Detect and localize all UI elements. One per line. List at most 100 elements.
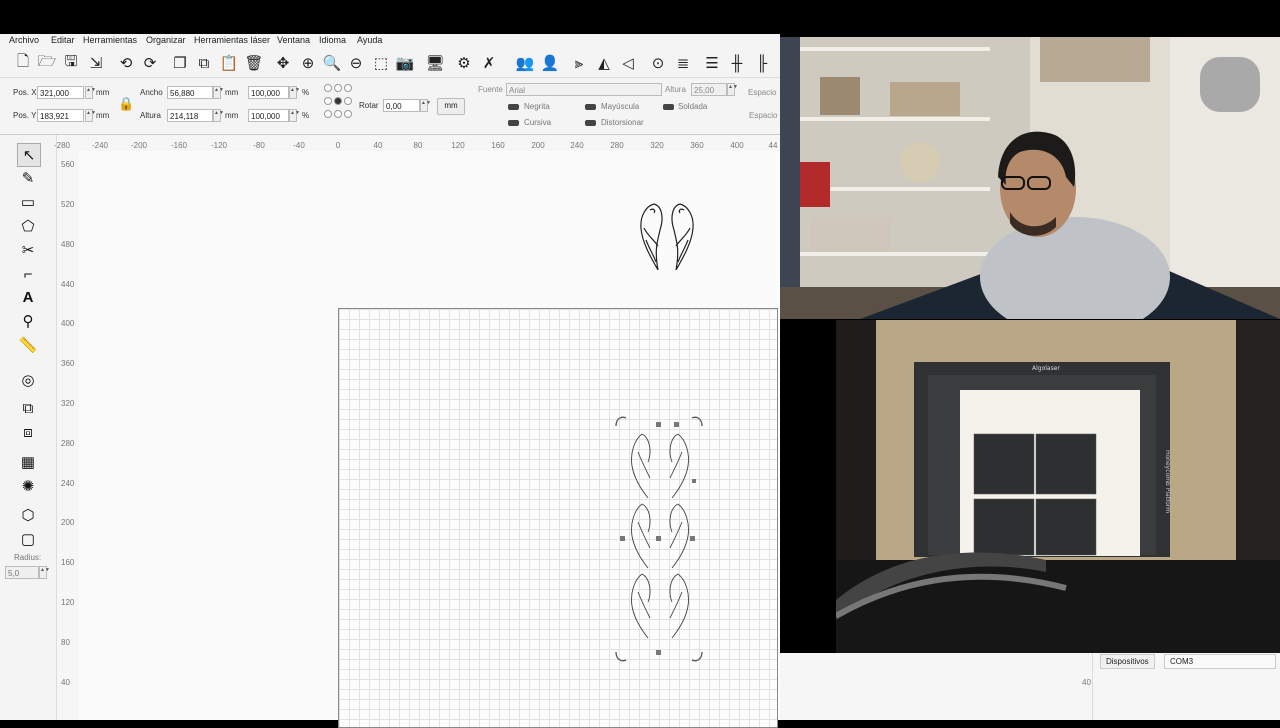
text-icon[interactable]: A (17, 286, 39, 308)
redo-icon[interactable]: ⟳ (140, 53, 160, 73)
font-height-spinner[interactable]: ▲▼ (727, 83, 738, 96)
ruler-tick: 44 (768, 141, 778, 150)
ruler-tick: 480 (61, 240, 75, 249)
menu-idioma[interactable]: Idioma (319, 35, 346, 45)
save-icon[interactable]: 🖫 (61, 53, 81, 73)
rectangle-icon[interactable]: ▭ (17, 191, 39, 213)
rotate-field[interactable]: 0,00 (383, 99, 420, 112)
height-field[interactable]: 214,118 (167, 109, 213, 122)
distort-toggle[interactable] (585, 120, 596, 126)
ruler-tick: 80 (61, 638, 70, 647)
tab-devices[interactable]: Dispositivos (1100, 654, 1155, 669)
open-folder-icon[interactable]: 🗁 (37, 53, 57, 73)
export-icon[interactable]: ⇲ (86, 53, 106, 73)
copy-icon[interactable]: ❐ (170, 53, 190, 73)
undo-icon[interactable]: ⟲ (116, 53, 136, 73)
height-unit: mm (225, 111, 239, 120)
rotate-spinner[interactable]: ▲▼ (420, 99, 431, 112)
copy-icon-left[interactable]: ⧉ (17, 397, 39, 419)
bold-toggle[interactable] (508, 104, 519, 110)
new-file-icon[interactable]: 🗋 (13, 53, 33, 73)
scissors-icon[interactable]: ✂ (17, 239, 39, 261)
width-field[interactable]: 56,880 (167, 86, 213, 99)
scale-width-spinner[interactable]: ▲▼ (289, 86, 300, 99)
menu-bar: Archivo Editar Herramientas Organizar He… (0, 34, 780, 48)
camera-icon[interactable]: 📷 (395, 53, 415, 73)
zoom-in-icon-2[interactable]: 🔍 (322, 53, 342, 73)
font-select[interactable]: Arial (506, 83, 662, 96)
position-marker-icon[interactable]: ⚲ (17, 310, 39, 332)
lock-icon[interactable]: 🔒 (118, 96, 134, 111)
pos-y-field[interactable]: 183,921 (37, 109, 84, 122)
distribute-icon[interactable]: ☰ (702, 53, 722, 73)
menu-herramientas[interactable]: Herramientas (83, 35, 137, 45)
pen-icon[interactable]: ✎ (17, 167, 39, 189)
paste-icon[interactable]: 📋 (219, 53, 239, 73)
copy-paste-icon[interactable]: ⧉ (194, 53, 214, 73)
ruler-tick: 40 (61, 678, 70, 687)
parrot-pair-design[interactable] (632, 198, 702, 274)
scale-height-field[interactable]: 100,000 (248, 109, 289, 122)
ruler-tick: 240 (570, 141, 584, 150)
polygon-icon[interactable]: ⬠ (17, 215, 39, 237)
uppercase-label: Mayúscula (601, 102, 640, 111)
menu-editar[interactable]: Editar (51, 35, 75, 45)
ruler-icon[interactable]: 📏 (17, 334, 39, 356)
spacing-icon[interactable]: ╫ (727, 53, 747, 73)
font-height-field[interactable]: 25,00 (691, 83, 727, 96)
anchor-selector[interactable] (322, 82, 354, 122)
select-arrow-icon[interactable]: ↖ (17, 143, 41, 167)
rounded-corner-icon[interactable]: ▢ (17, 528, 39, 550)
settings-icon[interactable]: ⚙ (454, 53, 474, 73)
unit-toggle-button[interactable]: mm (437, 98, 465, 115)
ruler-tick: 240 (61, 479, 75, 488)
width-spinner[interactable]: ▲▼ (213, 86, 224, 99)
webcam-person-view (780, 37, 1280, 319)
radius-spinner[interactable]: ▲▼ (39, 566, 50, 579)
italic-toggle[interactable] (508, 120, 519, 126)
rotate-label: Rotar (359, 101, 379, 110)
menu-ayuda[interactable]: Ayuda (357, 35, 382, 45)
scale-height-spinner[interactable]: ▲▼ (289, 109, 300, 122)
radius-field[interactable]: 5,0 (5, 566, 39, 579)
work-area-grid[interactable] (338, 308, 778, 728)
select-area-icon[interactable]: ⬚ (371, 53, 391, 73)
selected-parrot-array[interactable] (610, 412, 710, 666)
spacing-icon-2[interactable]: ╟ (752, 53, 772, 73)
pos-x-field[interactable]: 321,000 (37, 86, 84, 99)
move-icon[interactable]: ✥ (273, 53, 293, 73)
welded-toggle[interactable] (663, 104, 674, 110)
uppercase-toggle[interactable] (585, 104, 596, 110)
height-spinner[interactable]: ▲▼ (213, 109, 224, 122)
pos-x-spinner[interactable]: ▲▼ (85, 86, 96, 99)
send-icon[interactable]: ◁ (618, 53, 638, 73)
zoom-in-icon[interactable]: ⊕ (298, 53, 318, 73)
group-icon[interactable]: ⧈ (17, 421, 39, 443)
align-icon[interactable]: ≣ (673, 53, 693, 73)
pos-y-spinner[interactable]: ▲▼ (85, 109, 96, 122)
corner-icon[interactable]: ⌐ (17, 263, 39, 285)
group-users-icon[interactable]: 👥 (515, 53, 535, 73)
zoom-out-icon[interactable]: ⊖ (346, 53, 366, 73)
offset-icon[interactable]: ◎ (17, 369, 39, 391)
user-icon[interactable]: 👤 (540, 53, 560, 73)
tools-icon[interactable]: ✗ (479, 53, 499, 73)
menu-organizar[interactable]: Organizar (146, 35, 186, 45)
ruler-tick: 120 (451, 141, 465, 150)
tab-port[interactable]: COM3 (1164, 654, 1276, 669)
delete-icon[interactable]: 🗑 (244, 53, 264, 73)
menu-ventana[interactable]: Ventana (277, 35, 310, 45)
target-icon[interactable]: ⊙ (648, 53, 668, 73)
ruler-tick: 0 (335, 141, 341, 150)
menu-archivo[interactable]: Archivo (9, 35, 39, 45)
node-edit-icon[interactable]: ⬡ (17, 504, 39, 526)
ruler-tick: -40 (293, 141, 305, 150)
scale-width-field[interactable]: 100,000 (248, 86, 289, 99)
flip-horizontal-icon[interactable]: ⫸ (569, 53, 589, 73)
circular-array-icon[interactable]: ✺ (17, 475, 39, 497)
menu-herramientas-laser[interactable]: Herramientas láser (194, 35, 270, 45)
panel-divider (1092, 653, 1093, 720)
mirror-icon[interactable]: ◭ (594, 53, 614, 73)
monitor-icon[interactable]: 🖥 (425, 53, 445, 73)
grid-array-icon[interactable]: ▦ (17, 451, 39, 473)
